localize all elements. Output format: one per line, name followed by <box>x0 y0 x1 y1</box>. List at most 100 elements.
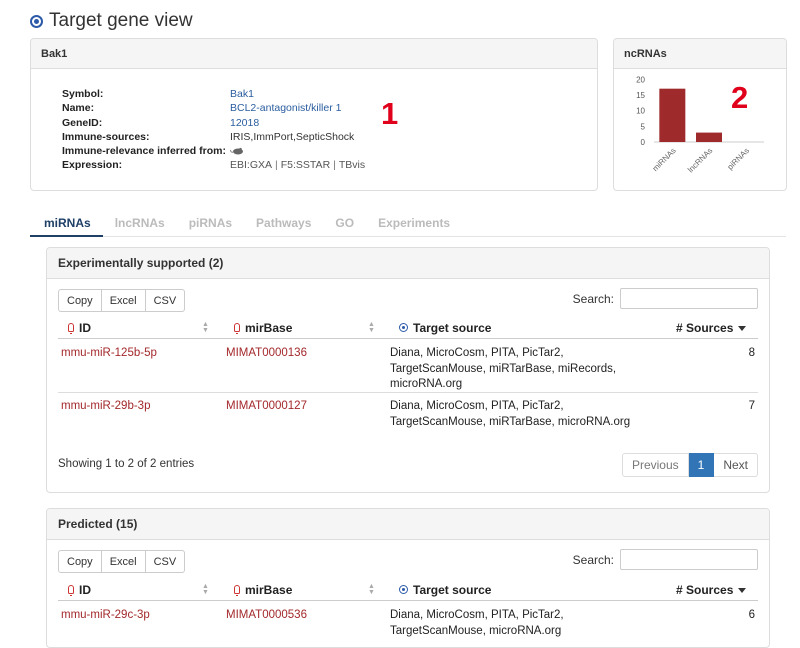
gene-row-geneid: GeneID: 12018 <box>62 116 365 130</box>
page-1-button[interactable]: 1 <box>688 453 715 477</box>
column-header-target-source[interactable]: Target source <box>399 316 491 339</box>
tab-lncrnas[interactable]: lncRNAs <box>103 212 177 237</box>
bar-mirnas <box>659 88 686 142</box>
column-header-mirbase[interactable]: mirBase <box>234 316 292 339</box>
gene-info-panel: Bak1 Symbol: Bak1 Name: BCL2-antagonist/… <box>30 38 598 191</box>
ncrna-panel: ncRNAs 0 5 10 15 20 miRNAs lncRNAs piRNAs <box>613 38 787 191</box>
sources-count-cell: 8 <box>748 347 755 359</box>
annotation-number-2: 2 <box>731 80 749 115</box>
column-label: mirBase <box>245 320 293 335</box>
excel-button[interactable]: Excel <box>101 550 146 573</box>
column-header-id[interactable]: ID <box>68 578 91 601</box>
mirbase-link[interactable]: MIMAT0000127 <box>226 399 307 415</box>
table-row: mmu-miR-29c-3p MIMAT0000536 Diana, Micro… <box>58 602 758 647</box>
mirbase-link[interactable]: MIMAT0000536 <box>226 608 307 624</box>
gene-panel-heading: Bak1 <box>31 39 597 69</box>
mirna-id-link[interactable]: mmu-miR-29b-3p <box>61 399 150 415</box>
separator: | <box>275 159 278 172</box>
gene-row-symbol: Symbol: Bak1 <box>62 87 365 101</box>
column-header-sources[interactable]: # Sources <box>676 316 747 339</box>
sort-icon[interactable]: ▲ ▼ <box>368 583 375 596</box>
gene-key: Symbol: <box>62 88 104 100</box>
expression-link-sstar[interactable]: F5:SSTAR <box>281 159 330 171</box>
x-tick-label: lncRNAs <box>686 146 714 174</box>
ncrna-bar-chart: 0 5 10 15 20 miRNAs lncRNAs piRNAs <box>636 75 764 174</box>
tab-experiments[interactable]: Experiments <box>366 212 462 237</box>
bar-lncrnas <box>696 132 722 142</box>
sort-desc-icon <box>738 588 747 593</box>
csv-button[interactable]: CSV <box>145 550 186 573</box>
gene-row-name: Name: BCL2-antagonist/killer 1 <box>62 101 365 115</box>
bulb-icon <box>234 323 240 334</box>
sort-icon[interactable]: ▲ ▼ <box>368 321 375 334</box>
export-button-group: Copy Excel CSV <box>58 550 186 573</box>
tab-pathways[interactable]: Pathways <box>244 212 323 237</box>
tab-mirnas[interactable]: miRNAs <box>30 212 103 237</box>
copy-button[interactable]: Copy <box>58 550 102 573</box>
x-tick-label: piRNAs <box>726 146 752 172</box>
column-header-id[interactable]: ID <box>68 316 91 339</box>
previous-button[interactable]: Previous <box>621 453 689 477</box>
target-source-cell: Diana, MicroCosm, PITA, PicTar2, TargetS… <box>390 347 617 390</box>
symbol-link[interactable]: Bak1 <box>230 87 254 101</box>
tab-pirnas[interactable]: piRNAs <box>177 212 244 237</box>
table-header: ID ▲ ▼ mirBase ▲ ▼ Target source # Sources <box>58 316 758 339</box>
table-header: ID ▲ ▼ mirBase ▲ ▼ Target source # Sources <box>58 578 758 601</box>
gene-key: Immune-relevance inferred from: <box>62 145 226 158</box>
expression-link-gxa[interactable]: EBI:GXA <box>230 159 272 171</box>
target-source-cell: Diana, MicroCosm, PITA, PicTar2, TargetS… <box>390 609 564 637</box>
separator: | <box>333 159 336 172</box>
search-input[interactable] <box>620 288 758 309</box>
tab-go[interactable]: GO <box>323 212 366 237</box>
name-link[interactable]: BCL2-antagonist/killer 1 <box>230 101 341 115</box>
mirbase-link[interactable]: MIMAT0000136 <box>226 346 307 362</box>
csv-button[interactable]: CSV <box>145 289 186 312</box>
y-tick-label: 20 <box>636 75 645 84</box>
sort-icon[interactable]: ▲ ▼ <box>202 583 209 596</box>
search-input[interactable] <box>620 549 758 570</box>
geneid-link[interactable]: 12018 <box>230 116 259 130</box>
predicted-panel-heading: Predicted (15) <box>47 509 769 540</box>
annotation-number-1: 1 <box>381 96 399 131</box>
column-label: mirBase <box>245 582 293 597</box>
export-button-group: Copy Excel CSV <box>58 289 186 312</box>
gene-row-expression: Expression: EBI:GXA | F5:SSTAR | TBvis <box>62 158 365 172</box>
table-row: mmu-miR-125b-5p MIMAT0000136 Diana, Micr… <box>58 340 758 393</box>
target-icon <box>399 323 408 332</box>
bulb-icon <box>68 585 74 596</box>
column-header-target-source[interactable]: Target source <box>399 578 491 601</box>
gene-key: Immune-sources: <box>62 130 150 143</box>
sources-count-cell: 6 <box>748 609 755 621</box>
excel-button[interactable]: Excel <box>101 289 146 312</box>
sort-icon[interactable]: ▲ ▼ <box>202 321 209 334</box>
page-title: Target gene view <box>30 10 193 32</box>
y-tick-label: 15 <box>636 91 645 100</box>
search-box: Search: <box>573 549 758 570</box>
target-source-cell: Diana, MicroCosm, PITA, PicTar2, TargetS… <box>390 400 631 428</box>
search-label: Search: <box>572 291 614 306</box>
ncrna-panel-heading: ncRNAs <box>614 39 786 69</box>
column-label: ID <box>79 582 91 597</box>
bulb-icon <box>68 323 74 334</box>
column-header-sources[interactable]: # Sources <box>676 578 747 601</box>
table-row: mmu-miR-29b-3p MIMAT0000127 Diana, Micro… <box>58 393 758 448</box>
gene-key: GeneID: <box>62 116 103 129</box>
gene-key: Name: <box>62 102 95 115</box>
sort-desc-icon <box>738 326 747 331</box>
column-label: Target source <box>413 320 492 335</box>
copy-button[interactable]: Copy <box>58 289 102 312</box>
expression-link-tbvis[interactable]: TBvis <box>339 159 365 171</box>
column-header-mirbase[interactable]: mirBase <box>234 578 292 601</box>
gene-info-table: Symbol: Bak1 Name: BCL2-antagonist/kille… <box>62 87 365 173</box>
experimental-panel: Experimentally supported (2) Copy Excel … <box>46 247 770 493</box>
next-button[interactable]: Next <box>714 453 758 477</box>
gene-row-immune-sources: Immune-sources: IRIS,ImmPort,SepticShock <box>62 130 365 144</box>
mirna-id-link[interactable]: mmu-miR-29c-3p <box>61 608 150 624</box>
column-label: ID <box>79 320 91 335</box>
gene-key: Expression: <box>62 159 123 172</box>
sources-count-cell: 7 <box>748 400 755 412</box>
column-label: Target source <box>413 582 492 597</box>
page-title-text: Target gene view <box>49 10 193 31</box>
immune-sources-value: IRIS,ImmPort,SepticShock <box>230 130 355 143</box>
mirna-id-link[interactable]: mmu-miR-125b-5p <box>61 346 157 362</box>
